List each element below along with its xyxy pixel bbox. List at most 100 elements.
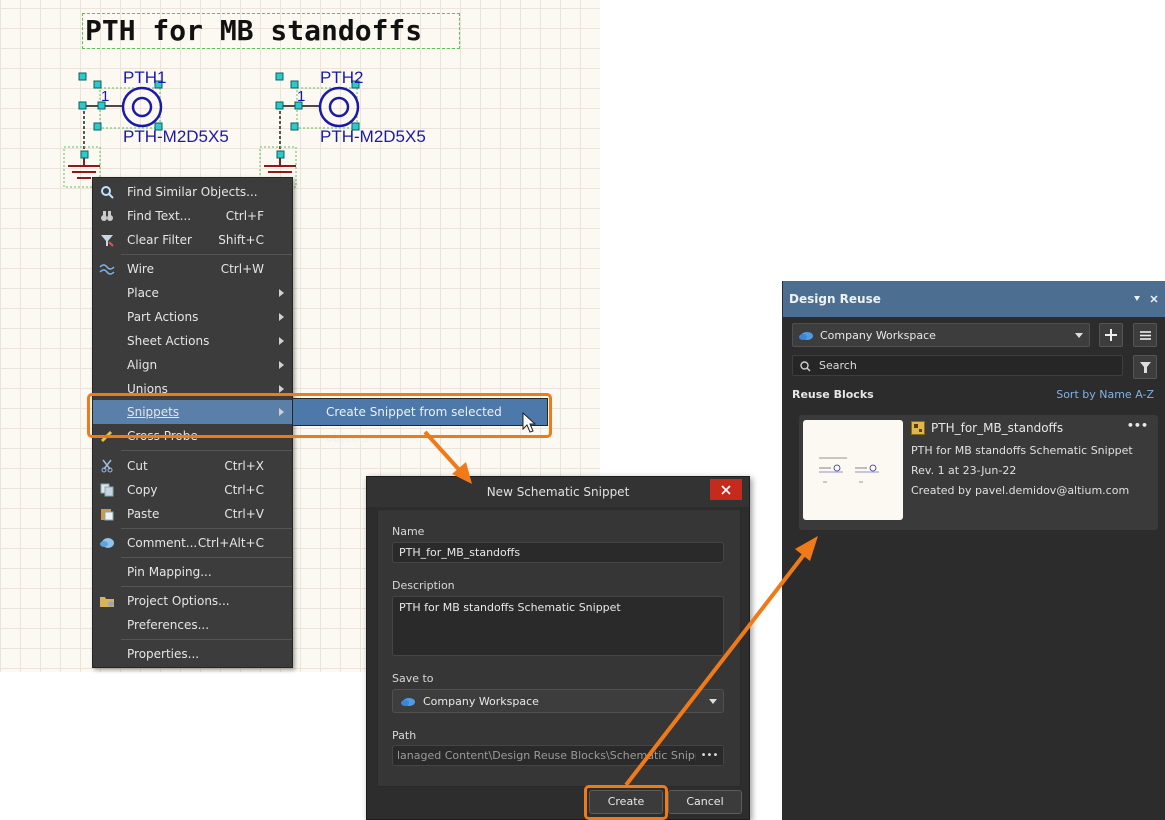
submenu-arrow-icon — [279, 313, 284, 321]
panel-title-bar[interactable]: Design Reuse — [783, 281, 1165, 317]
close-icon — [721, 484, 731, 495]
menu-item-properties[interactable]: Properties... — [93, 642, 292, 666]
card-more-button[interactable]: ••• — [1127, 419, 1148, 432]
submenu-arrow-icon — [279, 361, 284, 369]
add-button[interactable] — [1099, 323, 1123, 347]
menu-label: Project Options... — [127, 594, 230, 608]
menu-label: Wire — [127, 262, 154, 276]
menu-separator — [121, 450, 292, 451]
filter-icon — [1140, 362, 1151, 373]
binoculars-icon — [99, 208, 115, 224]
menu-item-project-options[interactable]: Project Options... — [93, 589, 292, 613]
menu-item-place[interactable]: Place — [93, 281, 292, 305]
sheet-title[interactable]: PTH for MB standoffs — [82, 13, 460, 49]
menu-item-part-actions[interactable]: Part Actions — [93, 305, 292, 329]
highlight-snippet-menu — [87, 393, 552, 438]
menu-shortcut: Ctrl+C — [224, 483, 264, 497]
comment-pth1[interactable]: PTH-M2D5X5 — [123, 127, 229, 147]
menu-item-sheet-actions[interactable]: Sheet Actions — [93, 329, 292, 353]
dialog-title: New Schematic Snippet — [486, 485, 630, 499]
menu-label: Cut — [127, 459, 148, 473]
submenu-arrow-icon — [279, 337, 284, 345]
panel-menu-arrow-icon[interactable] — [1134, 296, 1140, 301]
menu-item-cut[interactable]: Cut Ctrl+X — [93, 454, 292, 478]
menu-separator — [121, 254, 292, 255]
submenu-arrow-icon — [279, 385, 284, 393]
thumbnail-graphic — [819, 457, 879, 483]
submenu-arrow-icon — [279, 289, 284, 297]
design-reuse-panel: Design Reuse Company Workspace Search Re… — [782, 281, 1165, 820]
menu-label: Align — [127, 358, 158, 372]
menu-item-find-similar[interactable]: Find Similar Objects... — [93, 180, 292, 204]
snippet-icon — [911, 421, 925, 435]
snippet-thumbnail — [803, 420, 903, 520]
search-placeholder: Search — [819, 359, 857, 372]
menu-item-align[interactable]: Align — [93, 353, 292, 377]
menu-shortcut: Shift+C — [218, 233, 264, 247]
pin-number-pth2: 1 — [297, 88, 306, 105]
search-icon — [800, 361, 811, 372]
save-to-value: Company Workspace — [423, 695, 539, 708]
dialog-title-bar[interactable]: New Schematic Snippet — [367, 477, 749, 507]
menu-shortcut: Ctrl+V — [224, 507, 264, 521]
menu-item-copy[interactable]: Copy Ctrl+C — [93, 478, 292, 502]
name-field[interactable]: PTH_for_MB_standoffs — [392, 542, 724, 563]
pin-number-pth1: 1 — [101, 88, 110, 105]
menu-separator — [121, 557, 292, 558]
plus-icon — [1105, 329, 1117, 341]
menu-shortcut: Ctrl+W — [220, 262, 264, 276]
menu-label: Preferences... — [127, 618, 210, 632]
menu-label: Place — [127, 286, 159, 300]
name-label: Name — [392, 525, 425, 538]
description-label: Description — [392, 579, 455, 592]
menu-label: Part Actions — [127, 310, 199, 324]
workspace-dropdown[interactable]: Company Workspace — [792, 323, 1090, 347]
menu-separator — [121, 528, 292, 529]
browse-path-button[interactable]: ••• — [696, 746, 723, 765]
cancel-button[interactable]: Cancel — [668, 790, 742, 814]
menu-label: Find Text... — [127, 209, 192, 223]
menu-shortcut: Ctrl+Alt+C — [197, 536, 264, 550]
card-name: PTH_for_MB_standoffs — [931, 421, 1064, 435]
menu-item-wire[interactable]: Wire Ctrl+W — [93, 257, 292, 281]
save-to-label: Save to — [392, 672, 434, 685]
wire-icon — [99, 261, 115, 277]
highlight-create-button — [584, 785, 668, 820]
card-created-by: Created by pavel.demidov@altium.com — [911, 484, 1130, 497]
folder-icon — [99, 593, 115, 609]
menu-separator — [121, 586, 292, 587]
menu-label: Pin Mapping... — [127, 565, 212, 579]
menu-label: Comment... — [127, 536, 198, 550]
hamburger-icon — [1140, 331, 1151, 340]
section-label: Reuse Blocks — [792, 388, 874, 401]
menu-label: Copy — [127, 483, 158, 497]
close-button[interactable] — [710, 479, 742, 500]
filter-button[interactable] — [1133, 355, 1157, 379]
path-field: lanaged Content\Design Reuse Blocks\Sche… — [392, 745, 724, 766]
copy-icon — [99, 482, 115, 498]
cloud-icon — [401, 698, 415, 706]
comment-pth2[interactable]: PTH-M2D5X5 — [320, 127, 426, 147]
description-field[interactable]: PTH for MB standoffs Schematic Snippet — [392, 596, 724, 656]
panel-close-icon[interactable] — [1150, 295, 1158, 303]
save-to-dropdown[interactable]: Company Workspace — [392, 689, 724, 713]
panel-title: Design Reuse — [789, 292, 881, 306]
menu-label: Clear Filter — [127, 233, 192, 247]
menu-button[interactable] — [1133, 323, 1157, 347]
sort-link[interactable]: Sort by Name A-Z — [1056, 388, 1154, 401]
new-snippet-dialog: New Schematic Snippet Name PTH_for_MB_st… — [366, 476, 750, 820]
cloud-icon — [799, 332, 813, 340]
designator-pth2[interactable]: PTH2 — [320, 68, 363, 88]
designator-pth1[interactable]: PTH1 — [123, 68, 166, 88]
menu-item-paste[interactable]: Paste Ctrl+V — [93, 502, 292, 526]
search-input[interactable]: Search — [792, 355, 1123, 376]
reuse-block-card[interactable]: PTH_for_MB_standoffs ••• PTH for MB stan… — [799, 415, 1158, 530]
menu-item-comment[interactable]: Comment... Ctrl+Alt+C — [93, 531, 292, 555]
menu-item-find-text[interactable]: Find Text... Ctrl+F — [93, 204, 292, 228]
menu-label: Sheet Actions — [127, 334, 210, 348]
filter-clear-icon — [99, 232, 115, 248]
scissors-icon — [99, 458, 115, 474]
menu-item-preferences[interactable]: Preferences... — [93, 613, 292, 637]
menu-item-pin-mapping[interactable]: Pin Mapping... — [93, 560, 292, 584]
menu-item-clear-filter[interactable]: Clear Filter Shift+C — [93, 228, 292, 252]
